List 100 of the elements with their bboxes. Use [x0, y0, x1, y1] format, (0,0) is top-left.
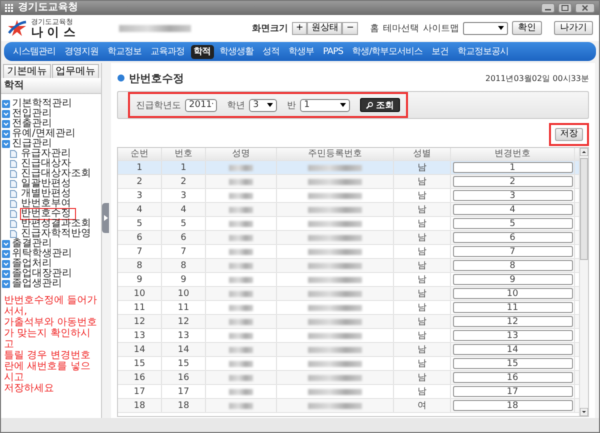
- input-field[interactable]: 7: [452, 246, 572, 257]
- input-field[interactable]: 2: [452, 176, 572, 187]
- input-field[interactable]: 15: [452, 358, 572, 369]
- close-icon[interactable]: [575, 3, 595, 13]
- filter-select[interactable]: 1: [300, 98, 350, 112]
- nav-tab[interactable]: 학교정보: [104, 44, 144, 58]
- scroll-down-icon[interactable]: [580, 408, 588, 416]
- table-cell: 16: [162, 371, 206, 384]
- redacted-block: [229, 248, 253, 254]
- maximize-icon[interactable]: [558, 3, 572, 13]
- zoom-label: 화면크기: [252, 22, 288, 34]
- nav-tab[interactable]: 경영지원: [62, 44, 102, 58]
- input-field[interactable]: 8: [452, 260, 572, 271]
- nav-tab[interactable]: 보건: [428, 44, 452, 58]
- exit-button[interactable]: 나가기: [554, 21, 593, 35]
- nav-tab[interactable]: PAPS: [320, 44, 346, 58]
- redacted-block: [229, 402, 253, 408]
- input-field[interactable]: 14: [452, 344, 572, 355]
- scroll-up-icon[interactable]: [580, 148, 588, 156]
- redacted-block: [229, 332, 253, 338]
- tree-item[interactable]: 일괄반편성: [20, 178, 72, 190]
- filter-select[interactable]: 3: [249, 98, 277, 112]
- tree-item[interactable]: 출결관리: [11, 238, 53, 250]
- tree-item[interactable]: 위탁학생관리: [11, 248, 73, 260]
- input-field[interactable]: 1: [452, 162, 572, 173]
- table-row[interactable]: 18 18 여 18: [118, 399, 579, 413]
- filter-select[interactable]: 2011: [185, 98, 217, 112]
- table-row[interactable]: 14 14 남 14: [118, 343, 579, 357]
- nav-tab[interactable]: 시스템관리: [10, 44, 58, 58]
- collapse-handle[interactable]: [102, 203, 109, 233]
- nav-tab[interactable]: 성적: [260, 44, 282, 58]
- save-button[interactable]: 저장: [555, 128, 583, 140]
- input-field[interactable]: 3: [452, 190, 572, 201]
- header-link[interactable]: 테마선택: [383, 22, 419, 34]
- nav-tab[interactable]: 교육과정: [148, 44, 188, 58]
- search-button[interactable]: 조회: [360, 98, 400, 112]
- minimize-icon[interactable]: [541, 3, 555, 13]
- input-field[interactable]: 6: [452, 232, 572, 243]
- redacted-block: [229, 318, 253, 324]
- header-link[interactable]: 사이트맵: [423, 22, 459, 34]
- nav-tab[interactable]: 학생/학부모서비스: [349, 44, 426, 58]
- tree-item[interactable]: 진급자학적반영: [20, 228, 92, 240]
- input-field[interactable]: 9: [452, 274, 572, 285]
- redacted-block: [308, 402, 362, 408]
- input-field[interactable]: 16: [452, 372, 572, 383]
- logo-text: 나 이 스: [31, 26, 76, 38]
- zoom-button[interactable]: −: [342, 22, 358, 34]
- tree-item[interactable]: 반편성결과조회: [20, 218, 92, 230]
- input-field[interactable]: 18: [452, 400, 572, 411]
- table-cell: 6: [118, 231, 162, 244]
- input-field[interactable]: 11: [452, 302, 572, 313]
- redacted-block: [308, 318, 362, 324]
- tree-item[interactable]: 반번호부여: [20, 198, 72, 210]
- input-field[interactable]: 17: [452, 386, 572, 397]
- table-row[interactable]: 6 6 남 6: [118, 231, 579, 245]
- input-field[interactable]: 4: [452, 204, 572, 215]
- tree-item[interactable]: 기본학적관리: [11, 98, 73, 110]
- tree-item[interactable]: 졸업생관리: [11, 278, 63, 290]
- table-row[interactable]: 10 10 남 10: [118, 287, 579, 301]
- nav-tab[interactable]: 학적: [190, 44, 214, 58]
- tree-item[interactable]: 진급대상자조회: [20, 168, 92, 180]
- table-cell: 여: [394, 399, 451, 412]
- nav-tab[interactable]: 학생생활: [216, 44, 256, 58]
- zoom-button[interactable]: 원상태: [307, 22, 342, 34]
- tree-item[interactable]: 유급자관리: [20, 148, 72, 160]
- tree-item[interactable]: 반번호수정: [20, 208, 76, 220]
- datetime: 2011년03월02일 00시33분: [485, 72, 589, 84]
- table-cell: 남: [394, 385, 451, 398]
- filter-label: 진급학년도: [136, 100, 181, 112]
- logo-icon: [7, 19, 27, 37]
- table-row[interactable]: 12 12 남 12: [118, 315, 579, 329]
- input-field[interactable]: 13: [452, 330, 572, 341]
- tree-item[interactable]: 졸업처리: [11, 258, 53, 270]
- tree-item[interactable]: 유예/면제관리: [11, 128, 76, 140]
- tree-item[interactable]: 진급대상자: [20, 158, 72, 170]
- zoom-button[interactable]: +: [292, 22, 308, 34]
- column-header: 순번: [118, 148, 162, 160]
- table-row[interactable]: 4 4 남 4: [118, 203, 579, 217]
- nav-tab[interactable]: 학생부: [286, 44, 317, 58]
- tree-item[interactable]: 개별반편성: [20, 188, 72, 200]
- redacted-block: [229, 220, 253, 226]
- nav-tab[interactable]: 학교정보공시: [454, 44, 512, 58]
- table-row[interactable]: 16 16 남 16: [118, 371, 579, 385]
- table-row[interactable]: 2 2 남 2: [118, 175, 579, 189]
- scrollbar[interactable]: [579, 148, 588, 416]
- tree-item[interactable]: 전출관리: [11, 118, 53, 130]
- header-link[interactable]: 홈: [370, 22, 379, 34]
- tree-item[interactable]: 졸업대장관리: [11, 268, 73, 280]
- confirm-button[interactable]: 확인: [512, 21, 542, 35]
- tree-item[interactable]: 진급관리: [11, 138, 53, 150]
- table-row[interactable]: 1 1 남 1: [118, 161, 579, 175]
- input-field[interactable]: 12: [452, 316, 572, 327]
- table-row[interactable]: 8 8 남 8: [118, 259, 579, 273]
- table-cell: 12: [162, 315, 206, 328]
- site-select[interactable]: [463, 22, 508, 34]
- sidebar-tab[interactable]: 기본메뉴: [3, 64, 50, 78]
- sidebar-tab[interactable]: 업무메뉴: [52, 64, 99, 78]
- redacted-block: [229, 290, 253, 296]
- input-field[interactable]: 10: [452, 288, 572, 299]
- input-field[interactable]: 5: [452, 218, 572, 229]
